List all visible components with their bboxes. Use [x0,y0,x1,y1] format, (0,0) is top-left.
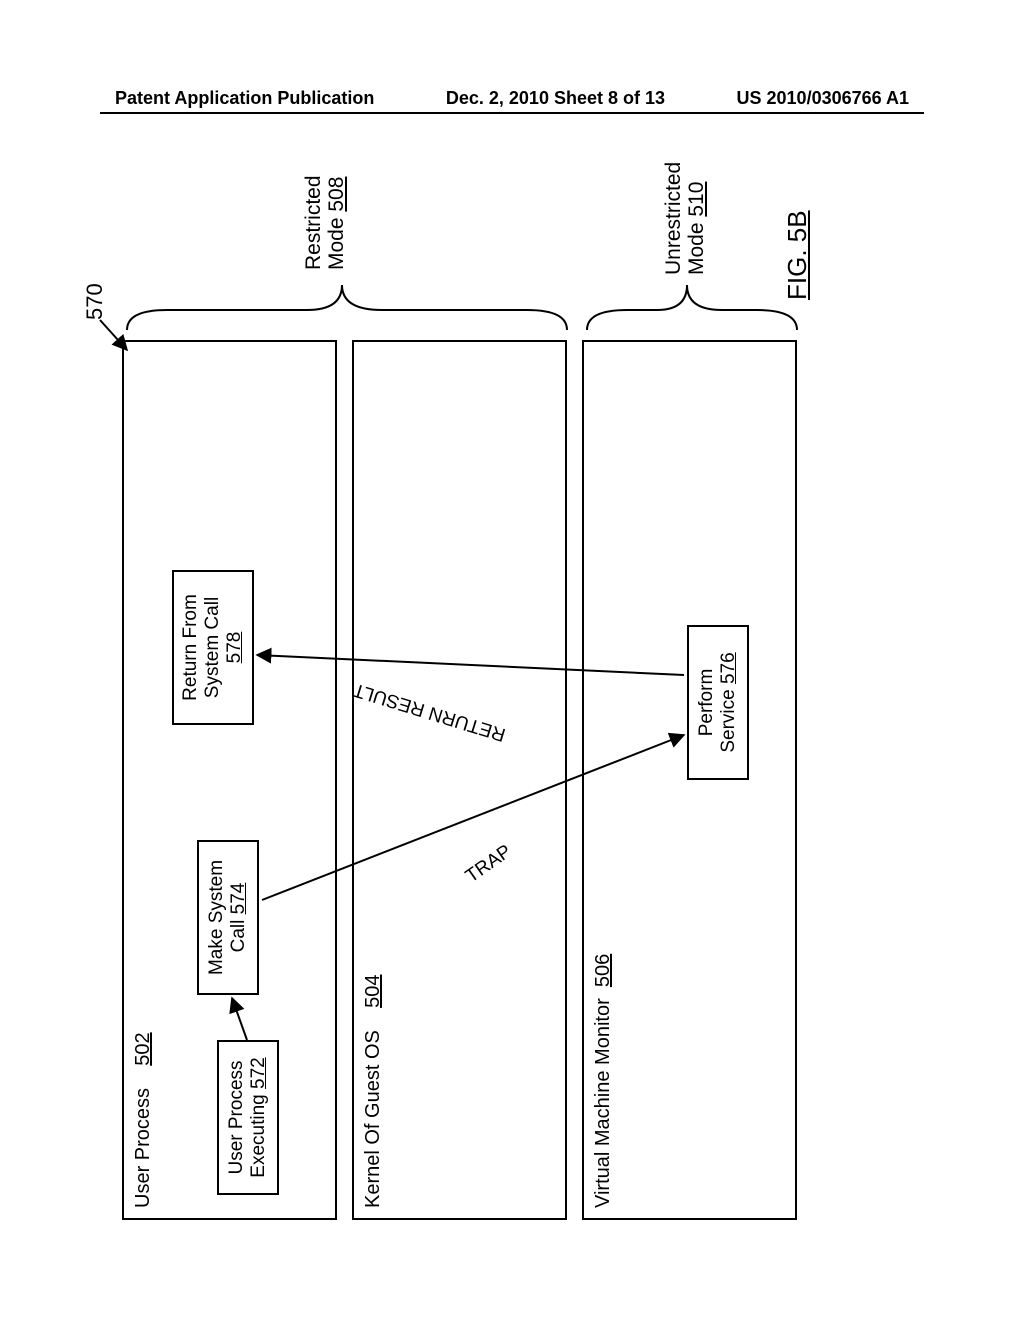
header-left: Patent Application Publication [115,88,374,109]
figure-rotated: User Process 502 Kernel Of Guest OS 504 … [82,160,942,1220]
lane-user-process-title: User Process 502 [132,1032,155,1208]
figure-ref-number: 570 [82,283,108,320]
lane-vmm-title: Virtual Machine Monitor 506 [592,954,615,1208]
box-return-from-call: Return From System Call 578 [172,570,254,725]
label-restricted-mode: Restricted Mode 508 [302,175,348,270]
box-make-system-call: Make System Call 574 [197,840,259,995]
figure-label: FIG. 5B [782,210,813,300]
lane-vmm: Virtual Machine Monitor 506 [582,340,797,1220]
lane-kernel: Kernel Of Guest OS 504 [352,340,567,1220]
box-perform-service: Perform Service 576 [687,625,749,780]
lane-kernel-title: Kernel Of Guest OS 504 [362,975,385,1208]
header-center: Dec. 2, 2010 Sheet 8 of 13 [446,88,665,109]
header-right: US 2010/0306766 A1 [737,88,909,109]
header-rule [100,112,924,114]
page-header: Patent Application Publication Dec. 2, 2… [0,88,1024,109]
label-unrestricted-mode: Unrestricted Mode 510 [662,162,708,275]
figure-container: User Process 502 Kernel Of Guest OS 504 … [82,160,942,1220]
box-user-executing: User Process Executing 572 [217,1040,279,1195]
